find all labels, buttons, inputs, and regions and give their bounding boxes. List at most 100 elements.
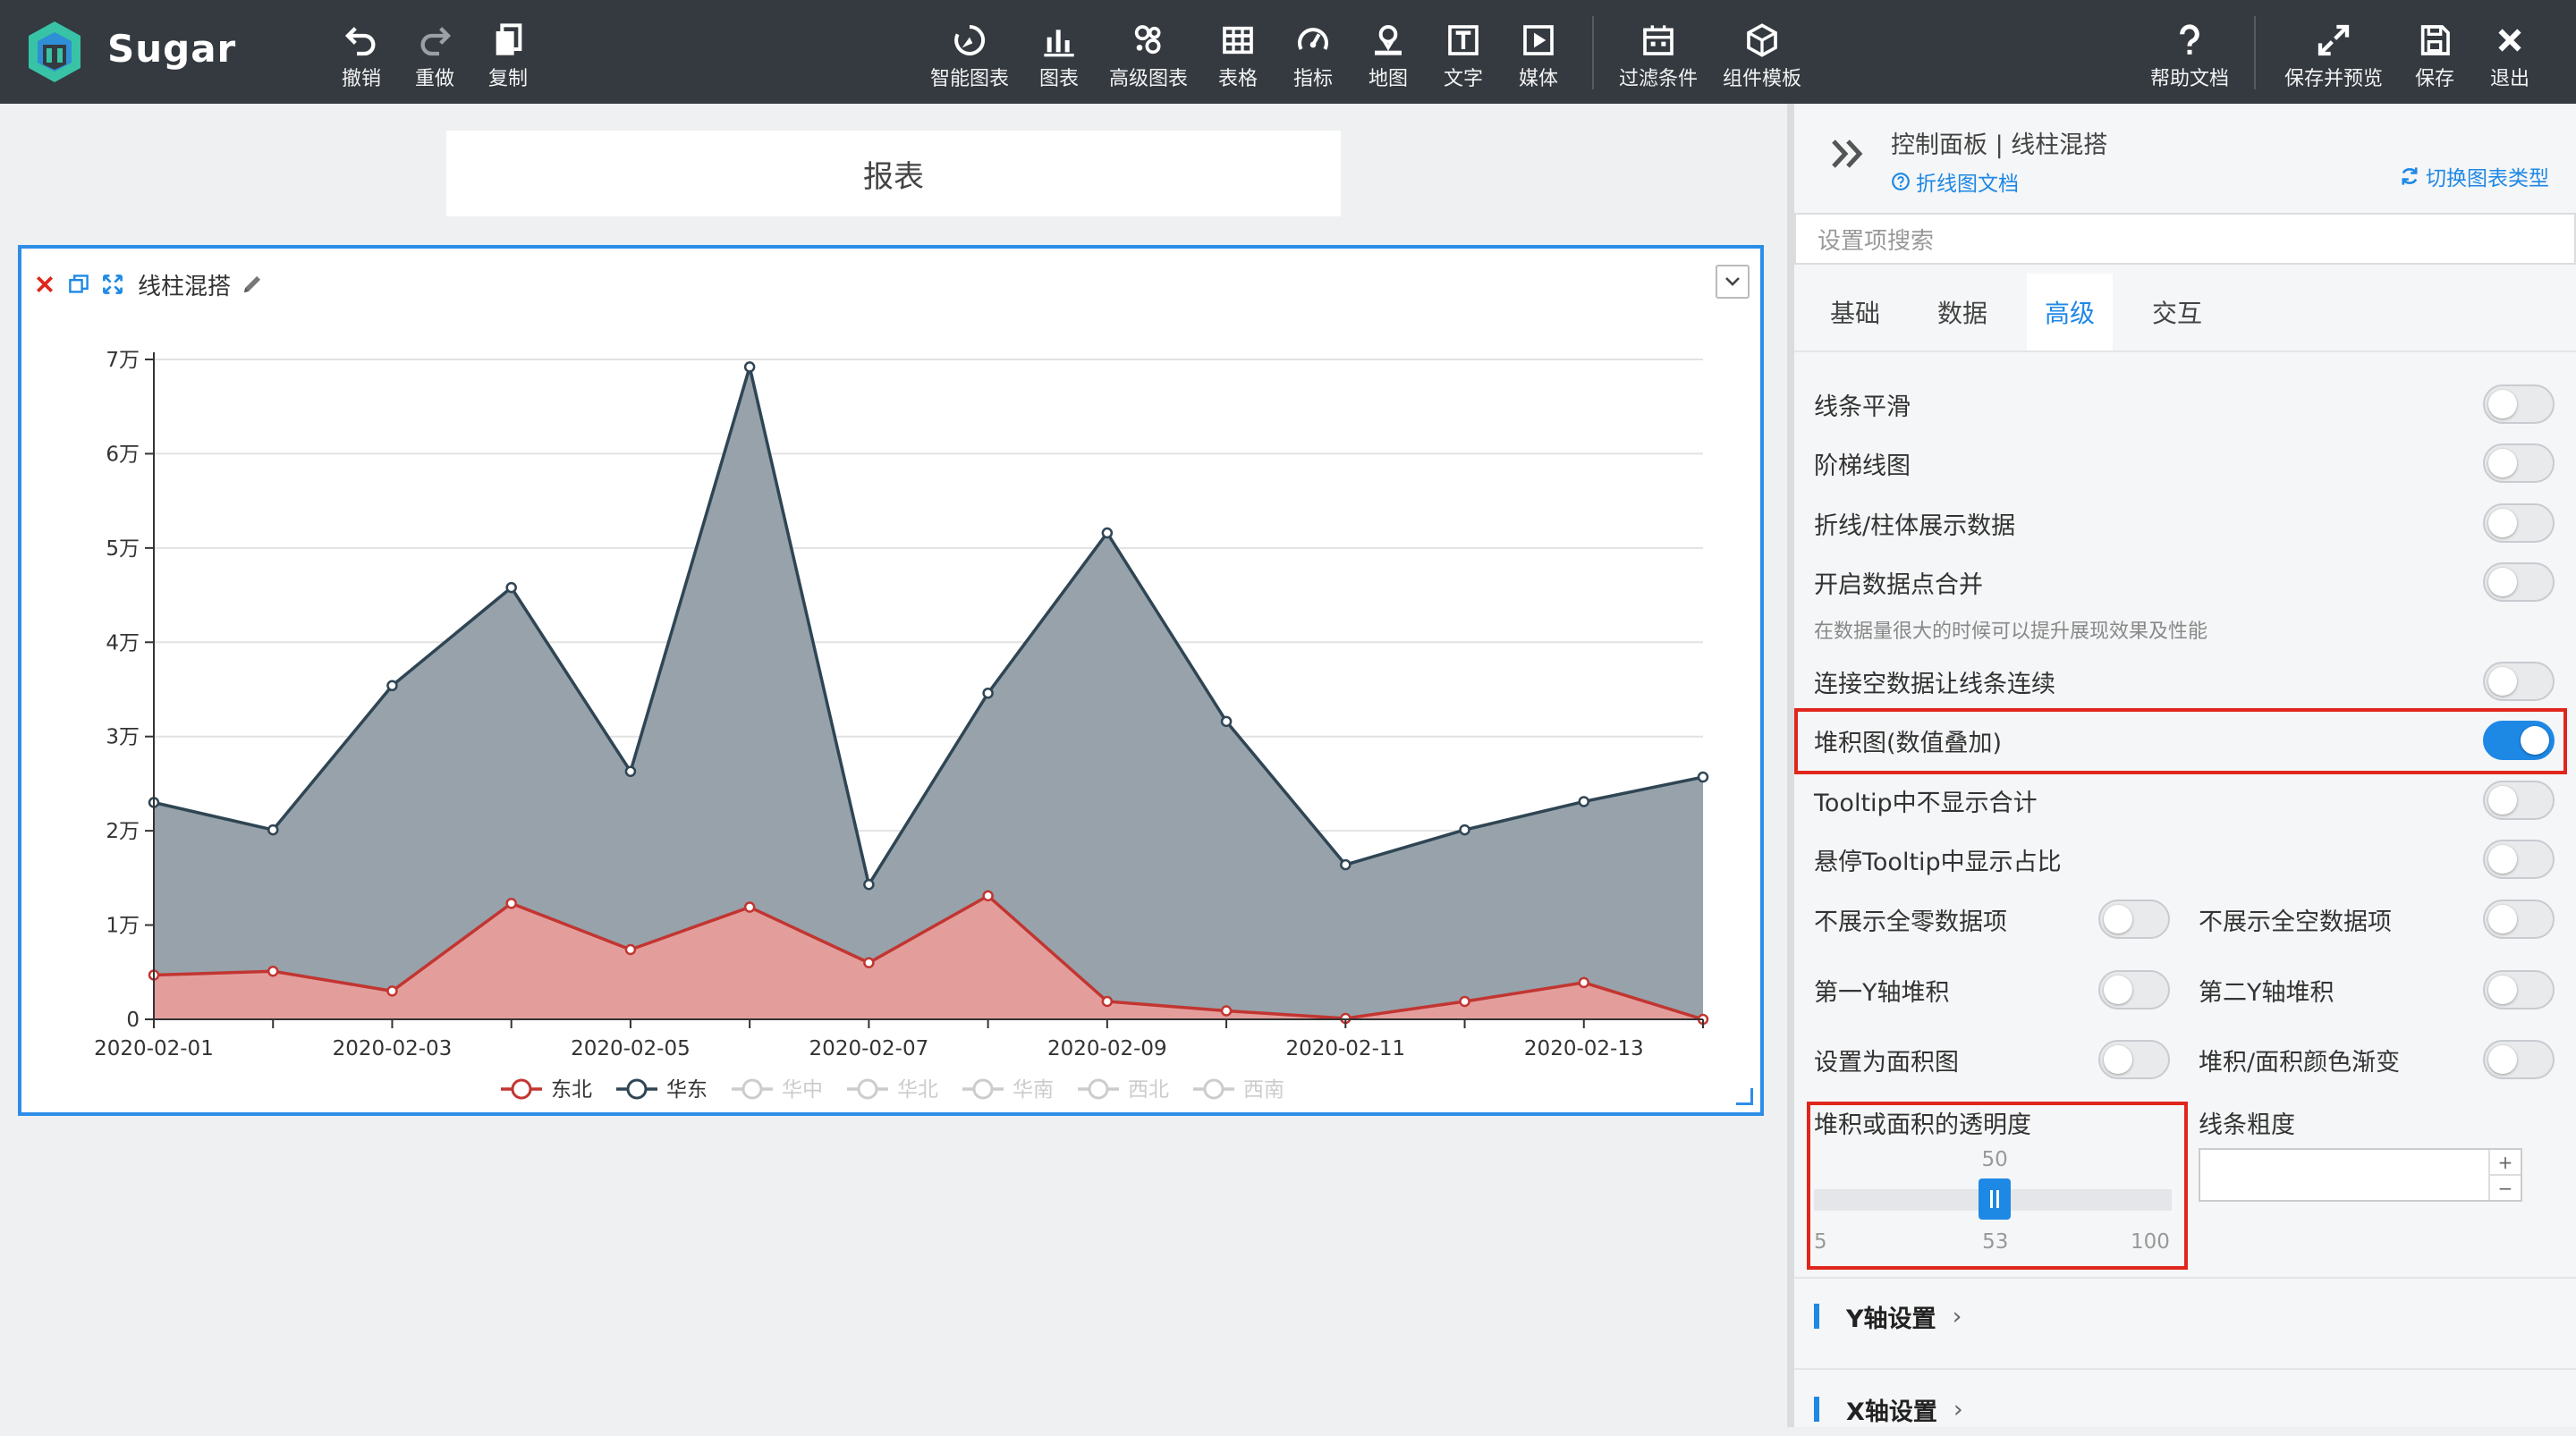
option-show-data-toggle[interactable] (2483, 503, 2555, 543)
search-placeholder: 设置项搜索 (1818, 227, 1935, 255)
filter-button[interactable]: 过滤条件 (1615, 0, 1701, 104)
edit-title-button[interactable] (240, 272, 265, 297)
option-hide-all-zero-toggle[interactable] (2098, 900, 2170, 939)
option-y2-stack-toggle[interactable] (2483, 970, 2555, 1009)
advanced-chart-icon (1134, 25, 1161, 55)
legend-marker-华中 (741, 1078, 763, 1100)
opacity-min-label: 5 (1814, 1230, 1827, 1254)
option-hide-all-zero-label: 不展示全零数据项 (1814, 908, 2007, 936)
option-tooltip-percent-toggle[interactable] (2483, 840, 2555, 879)
redo-label: 重做 (414, 68, 454, 90)
fullscreen-widget-button[interactable] (100, 272, 125, 297)
opacity-slider-handle[interactable] (1979, 1178, 2012, 1220)
resize-handle[interactable] (1736, 1088, 1753, 1105)
toolbar-divider (1592, 16, 1594, 89)
option-gradient-toggle[interactable] (2483, 1040, 2555, 1079)
option-y1-stack-toggle[interactable] (2098, 970, 2170, 1009)
option-tooltip-no-total-toggle[interactable] (2483, 781, 2555, 820)
table-button[interactable]: 表格 (1215, 0, 1261, 104)
chart-widget-title: 线柱混搭 (138, 273, 232, 300)
panel-tabs: 基础 数据 高级 交互 (1794, 274, 2576, 352)
exit-label: 退出 (2489, 68, 2529, 90)
x-tick-label: 2020-02-09 (1047, 1037, 1167, 1060)
legend-label-西南: 西南 (1243, 1078, 1284, 1102)
double-chevron-right-icon[interactable] (1830, 138, 1866, 170)
section-divider (1794, 1277, 2576, 1279)
x-tick-label: 2020-02-03 (333, 1037, 453, 1060)
chart-button[interactable]: 图表 (1036, 0, 1082, 104)
map-button[interactable]: 地图 (1365, 0, 1411, 104)
point-东北 (267, 965, 279, 977)
undo-icon (344, 27, 376, 56)
copy-button[interactable]: 复制 (483, 0, 533, 104)
cube-icon (1747, 23, 1777, 57)
redo-icon (420, 27, 452, 56)
line-width-increment[interactable]: + (2490, 1150, 2521, 1176)
bar-chart-icon (1044, 30, 1074, 57)
advanced-chart-button[interactable]: 高级图表 (1106, 0, 1191, 104)
point-东北 (1101, 995, 1114, 1008)
opacity-label: 堆积或面积的透明度 (1814, 1111, 2031, 1139)
template-button[interactable]: 组件模板 (1719, 0, 1805, 104)
metric-label: 指标 (1292, 68, 1333, 90)
option-smooth-toggle[interactable] (2483, 384, 2555, 424)
panel-divider[interactable] (1787, 104, 1794, 1427)
line-chart-doc-link[interactable]: 折线图文档 (1891, 166, 2019, 197)
x-axis-settings-label: X轴设置 (1846, 1398, 1937, 1426)
option-merge-points-label: 开启数据点合并 (1814, 570, 1983, 599)
option-smooth-label: 线条平滑 (1814, 393, 1911, 421)
table-label: 表格 (1217, 68, 1258, 90)
metric-button[interactable]: 指标 (1290, 0, 1336, 104)
pencil-icon (243, 275, 261, 293)
y-tick-label: 3万 (106, 726, 140, 749)
option-stack-label: 堆积图(数值叠加) (1814, 729, 2003, 757)
save-preview-button[interactable]: 保存并预览 (2277, 0, 2390, 104)
option-tooltip-no-total-label: Tooltip中不显示合计 (1814, 789, 2038, 817)
tab-basic[interactable]: 基础 (1812, 274, 1898, 351)
x-axis-settings-section[interactable]: X轴设置 › (1814, 1382, 1963, 1436)
y-tick-label: 4万 (106, 631, 140, 655)
undo-button[interactable]: 撤销 (336, 0, 386, 104)
x-tick-label: 2020-02-13 (1524, 1037, 1644, 1060)
option-merge-points-hint: 在数据量很大的时候可以提升展现效果及性能 (1814, 621, 2208, 643)
text-button[interactable]: 文字 (1440, 0, 1487, 104)
report-title-text: 报表 (863, 158, 924, 195)
settings-search-input[interactable]: 设置项搜索 (1794, 213, 2576, 265)
save-button[interactable]: 保存 (2411, 0, 2458, 104)
widget-menu-dropdown[interactable] (1716, 265, 1750, 299)
option-area-toggle[interactable] (2098, 1040, 2170, 1079)
option-merge-points-toggle[interactable] (2483, 562, 2555, 602)
tab-interaction[interactable]: 交互 (2134, 274, 2220, 351)
duplicate-widget-button[interactable] (66, 272, 91, 297)
y-axis-settings-section[interactable]: Y轴设置 › (1814, 1289, 1962, 1343)
smart-chart-label: 智能图表 (929, 68, 1009, 90)
option-tooltip-percent-label: 悬停Tooltip中显示占比 (1814, 848, 2062, 876)
legend-label-华南: 华南 (1013, 1078, 1054, 1102)
point-华东 (505, 581, 517, 594)
chart-widget[interactable]: 0 1万 2万 3万 4万 5万 6万 7万 2020-02-01 2020-02-03 2020-… (18, 245, 1764, 1116)
option-stack-toggle[interactable] (2483, 721, 2555, 760)
report-title[interactable]: 报表 (446, 131, 1341, 216)
help-button[interactable]: 帮助文档 (2147, 0, 2233, 104)
tab-advanced[interactable]: 高级 (2027, 274, 2114, 351)
tab-basic-label: 基础 (1830, 299, 1881, 328)
option-step-toggle[interactable] (2483, 443, 2555, 483)
legend-label-华中: 华中 (782, 1078, 823, 1102)
line-width-decrement[interactable]: − (2490, 1176, 2521, 1200)
filter-label: 过滤条件 (1618, 68, 1698, 90)
y-tick-label: 7万 (106, 349, 140, 372)
exit-button[interactable]: 退出 (2487, 0, 2533, 104)
smart-chart-button[interactable]: 智能图表 (927, 0, 1013, 104)
line-width-input[interactable]: + − (2199, 1148, 2522, 1202)
option-hide-all-null-toggle[interactable] (2483, 900, 2555, 939)
switch-chart-type-button[interactable]: 切换图表类型 (2399, 161, 2549, 191)
chevron-right-icon: › (1953, 1395, 1963, 1423)
help-circle-icon (1892, 173, 1910, 190)
tab-data[interactable]: 数据 (1919, 274, 2005, 351)
option-show-data-label: 折线/柱体展示数据 (1814, 511, 2016, 540)
filter-calendar-icon (1643, 25, 1674, 55)
option-connect-null-toggle[interactable] (2483, 662, 2555, 701)
media-button[interactable]: 媒体 (1515, 0, 1562, 104)
redo-button[interactable]: 重做 (410, 0, 460, 104)
delete-widget-button[interactable] (32, 272, 57, 297)
